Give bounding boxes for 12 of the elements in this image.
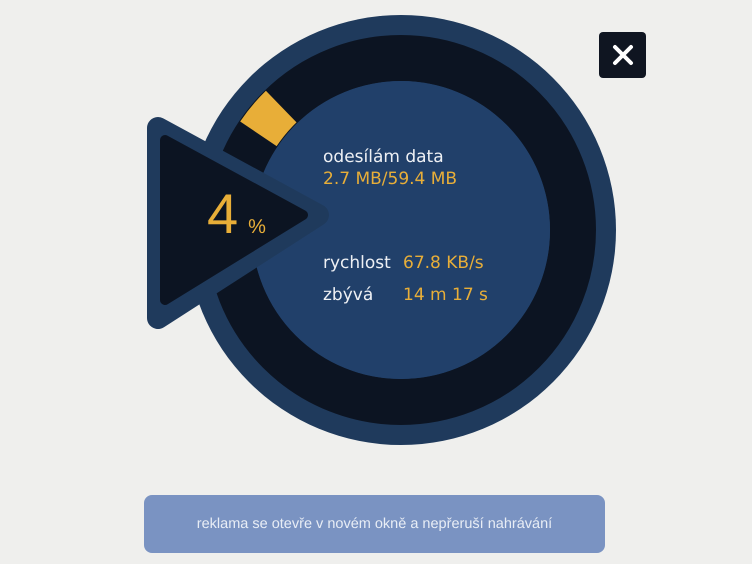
close-icon: [612, 44, 634, 66]
stat-label: rychlost: [323, 252, 392, 274]
stat-label: zbývá: [323, 284, 374, 306]
stat-value: 67.8 KB/s: [403, 252, 485, 274]
percent-value: 4: [207, 182, 238, 246]
progress-fill: [240, 91, 297, 147]
close-button[interactable]: [599, 32, 646, 78]
percent-unit: %: [248, 216, 266, 239]
status-label: odesílám data: [323, 146, 445, 168]
transfer-amount: 2.7 MB/59.4 MB: [323, 168, 458, 190]
notice-banner: reklama se otevře v novém okně a nepřeruší nahrávání: [144, 495, 605, 553]
stat-value: 14 m 17 s: [403, 284, 488, 306]
